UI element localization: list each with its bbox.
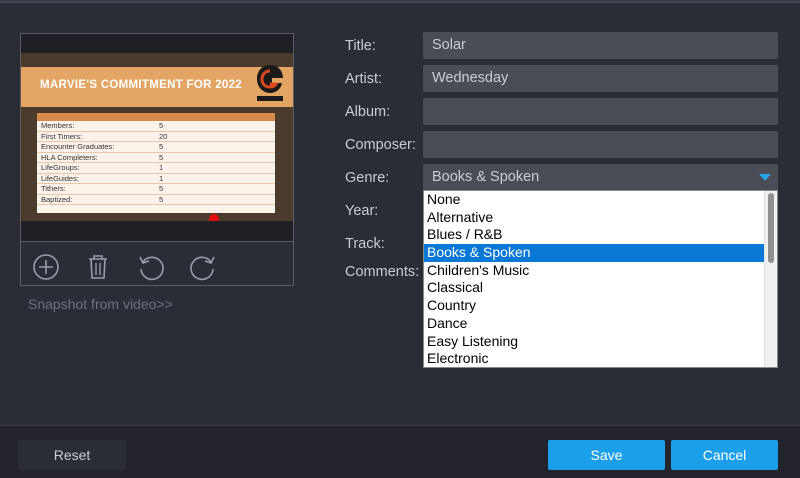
table-row: First Timers: 20 [37, 132, 275, 142]
genre-option-selected[interactable]: Books & Spoken [424, 244, 765, 262]
artist-field[interactable]: Wednesday [423, 65, 778, 92]
cover-art-panel: MARVIE'S COMMITMENT FOR 2022 Members: 5 F… [20, 33, 294, 286]
scrollbar-thumb[interactable] [768, 193, 774, 263]
genre-option[interactable]: Electronic [424, 350, 765, 367]
dropdown-scrollbar[interactable] [764, 191, 777, 367]
genre-option[interactable]: Blues / R&B [424, 226, 765, 244]
table-row: Tithers: 5 [37, 184, 275, 195]
reset-button[interactable]: Reset [18, 440, 126, 470]
genre-option[interactable]: Country [424, 297, 765, 315]
rotate-right-button[interactable] [189, 253, 217, 281]
genre-option[interactable]: Alternative [424, 209, 765, 227]
table-row: LifeGroups: 1 [37, 163, 275, 174]
table-row: Members: 5 [37, 121, 275, 132]
track-label: Track: [345, 236, 385, 252]
table-row: HLA Completers: 5 [37, 153, 275, 163]
rotate-right-icon [190, 256, 215, 281]
title-field[interactable]: Solar [423, 32, 778, 59]
genre-selected-value: Books & Spoken [432, 169, 540, 185]
delete-cover-button[interactable] [84, 253, 112, 281]
gutsy-logo [257, 65, 283, 101]
add-icon [33, 254, 59, 280]
genre-option[interactable]: Easy Listening [424, 333, 765, 351]
thumbnail-table: Members: 5 First Timers: 20 Encounter Grad… [37, 113, 275, 213]
year-label: Year: [345, 203, 379, 219]
thumbnail-title: MARVIE'S COMMITMENT FOR 2022 [40, 79, 242, 91]
cover-art-frame: MARVIE'S COMMITMENT FOR 2022 Members: 5 F… [21, 34, 293, 242]
genre-label: Genre: [345, 170, 390, 186]
table-row: Baptized: 5 [37, 195, 275, 205]
cancel-button[interactable]: Cancel [671, 440, 778, 470]
genre-option[interactable]: Classical [424, 279, 765, 297]
add-cover-button[interactable] [32, 253, 60, 281]
genre-select[interactable]: Books & Spoken [423, 164, 778, 191]
album-field[interactable] [423, 98, 778, 125]
composer-label: Composer: [345, 137, 416, 153]
save-button[interactable]: Save [548, 440, 665, 470]
rotate-left-button[interactable] [137, 253, 165, 281]
composer-field[interactable] [423, 131, 778, 158]
cover-toolbar [21, 243, 293, 285]
comments-label: Comments: [345, 264, 420, 280]
window-top-border [0, 0, 800, 3]
genre-dropdown-list: None Alternative Blues / R&B Books & Spo… [423, 190, 778, 368]
snapshot-from-video-link[interactable]: Snapshot from video>> [28, 296, 173, 312]
genre-option[interactable]: None [424, 191, 765, 209]
dropdown-arrow-icon [759, 174, 771, 181]
album-label: Album: [345, 104, 391, 120]
title-label: Title: [345, 38, 376, 54]
cover-thumbnail[interactable]: MARVIE'S COMMITMENT FOR 2022 Members: 5 F… [21, 53, 293, 221]
trash-icon [89, 255, 107, 279]
footer-bar: Reset Save Cancel [0, 425, 800, 478]
genre-option[interactable]: Children's Music [424, 262, 765, 280]
rotate-left-icon [139, 256, 164, 281]
artist-label: Artist: [345, 71, 383, 87]
table-row: Encounter Graduates: 5 [37, 142, 275, 153]
table-row: LifeGuides: 1 [37, 174, 275, 184]
recording-dot [209, 214, 219, 221]
genre-option[interactable]: Dance [424, 315, 765, 333]
